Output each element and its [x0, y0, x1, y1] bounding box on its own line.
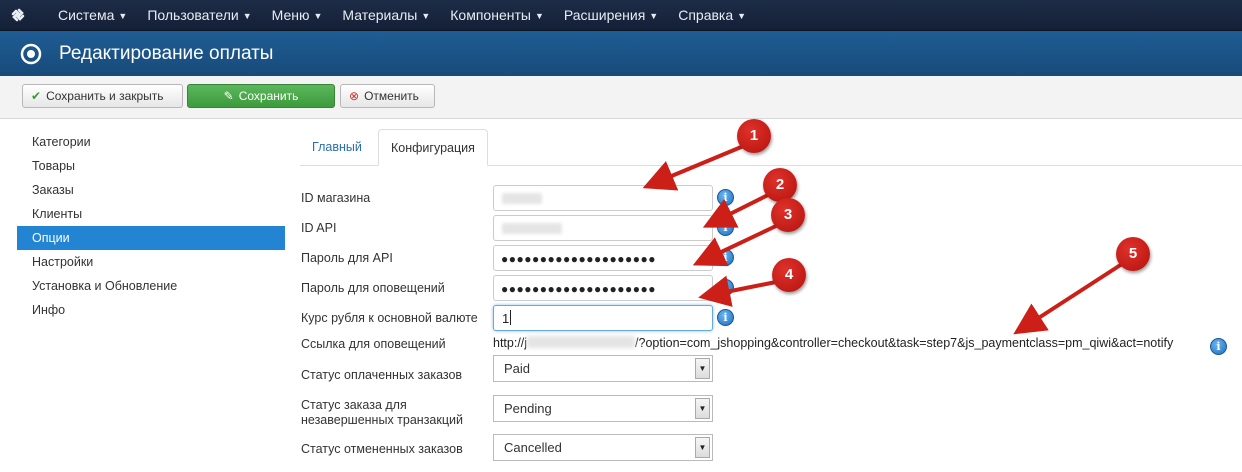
menu-menus[interactable]: Меню ▼ — [262, 0, 333, 30]
annotation-badge-4: 4 — [772, 258, 806, 292]
target-icon — [20, 43, 42, 65]
caret-down-icon: ▼ — [242, 11, 252, 21]
password-mask: ●●●●●●●●●●●●●●●●●●●● — [501, 282, 656, 296]
page-title: Редактирование оплаты — [59, 43, 274, 64]
notify-url-label: Ссылка для оповещений — [301, 337, 446, 351]
annotation-badge-1: 1 — [737, 119, 771, 153]
sidebar: Категории Товары Заказы Клиенты Опции На… — [17, 130, 285, 322]
chevron-down-icon: ▼ — [695, 437, 710, 458]
pending-status-value: Pending — [504, 401, 552, 416]
save-and-close-button[interactable]: ✔ Сохранить и закрыть — [22, 84, 183, 108]
annotation-badge-5: 5 — [1116, 237, 1150, 271]
menu-extensions[interactable]: Расширения ▼ — [554, 0, 668, 30]
cancelled-status-select[interactable]: Cancelled ▼ — [493, 434, 713, 461]
tab-configuration[interactable]: Конфигурация — [378, 129, 488, 166]
annotation-arrow-5 — [1013, 262, 1124, 335]
tab-main[interactable]: Главный — [300, 129, 374, 165]
pending-status-label: Статус заказа для незавершенных транзакци… — [301, 398, 463, 427]
password-mask: ●●●●●●●●●●●●●●●●●●●● — [501, 252, 656, 266]
check-icon: ✔ — [31, 89, 42, 103]
edit-icon: ✎ — [223, 89, 234, 103]
shop-id-input[interactable] — [493, 185, 713, 211]
shop-id-label: ID магазина — [301, 191, 371, 205]
api-id-label: ID API — [301, 221, 337, 235]
joomla-logo-icon[interactable] — [8, 5, 28, 25]
sidebar-item-categories[interactable]: Категории — [17, 130, 285, 154]
sidebar-item-clients[interactable]: Клиенты — [17, 202, 285, 226]
cancelled-status-value: Cancelled — [504, 440, 562, 455]
sidebar-item-products[interactable]: Товары — [17, 154, 285, 178]
cancel-circle-icon: ⊗ — [349, 89, 360, 103]
caret-down-icon: ▼ — [313, 11, 323, 21]
notify-password-input[interactable]: ●●●●●●●●●●●●●●●●●●●● — [493, 275, 713, 301]
api-id-input[interactable] — [493, 215, 713, 241]
redacted-value — [502, 223, 562, 234]
caret-down-icon: ▼ — [534, 11, 544, 21]
cancelled-status-label: Статус отмененных заказов — [301, 442, 463, 456]
paid-status-value: Paid — [504, 361, 531, 376]
notify-password-label: Пароль для оповещений — [301, 281, 445, 295]
menu-components[interactable]: Компоненты ▼ — [440, 0, 554, 30]
menu-users[interactable]: Пользователи ▼ — [137, 0, 261, 30]
info-icon[interactable]: i — [717, 189, 734, 206]
rate-label: Курс рубля к основной валюте — [301, 311, 478, 325]
info-icon[interactable]: i — [717, 309, 734, 326]
save-button[interactable]: ✎ Сохранить — [187, 84, 335, 108]
redacted-value — [502, 193, 542, 204]
sidebar-item-install-update[interactable]: Установка и Обновление — [17, 274, 285, 298]
rate-value: 1 — [502, 311, 510, 326]
sidebar-item-options[interactable]: Опции — [17, 226, 285, 250]
rate-input[interactable]: 1 — [493, 305, 713, 331]
caret-down-icon: ▼ — [649, 11, 659, 21]
sidebar-item-info[interactable]: Инфо — [17, 298, 285, 322]
chevron-down-icon: ▼ — [695, 398, 710, 419]
menu-system[interactable]: Система ▼ — [48, 0, 137, 30]
caret-down-icon: ▼ — [118, 11, 128, 21]
info-icon[interactable]: i — [717, 249, 734, 266]
paid-status-select[interactable]: Paid ▼ — [493, 355, 713, 382]
chevron-down-icon: ▼ — [695, 358, 710, 379]
sidebar-item-orders[interactable]: Заказы — [17, 178, 285, 202]
api-password-label: Пароль для API — [301, 251, 393, 265]
annotation-badge-3: 3 — [771, 198, 805, 232]
sidebar-item-settings[interactable]: Настройки — [17, 250, 285, 274]
paid-status-label: Статус оплаченных заказов — [301, 368, 463, 382]
info-icon[interactable]: i — [717, 219, 734, 236]
caret-down-icon: ▼ — [421, 11, 431, 21]
info-icon[interactable]: i — [717, 279, 734, 296]
menu-content[interactable]: Материалы ▼ — [332, 0, 440, 30]
notify-url: http://j /?option=com_jshopping&controlle… — [493, 336, 1173, 350]
menu-help[interactable]: Справка ▼ — [668, 0, 756, 30]
caret-down-icon: ▼ — [737, 11, 747, 21]
main-menu: Система ▼ Пользователи ▼ Меню ▼ Материалы ▼ … — [48, 0, 756, 30]
api-password-input[interactable]: ●●●●●●●●●●●●●●●●●●●● — [493, 245, 713, 271]
annotation-badge-2: 2 — [763, 168, 797, 202]
notify-url-prefix: http://j — [493, 336, 528, 350]
text-cursor — [510, 310, 512, 325]
tab-bar: Главный Конфигурация — [300, 129, 1242, 166]
title-bar: Редактирование оплаты — [0, 31, 1242, 76]
redacted-domain — [527, 336, 636, 348]
toolbar: ✔ Сохранить и закрыть ✎ Сохранить ⊗ Отменит… — [0, 76, 1242, 119]
cancel-button[interactable]: ⊗ Отменить — [340, 84, 435, 108]
info-icon[interactable]: i — [1210, 338, 1227, 355]
pending-status-select[interactable]: Pending ▼ — [493, 395, 713, 422]
notify-url-suffix: /?option=com_jshopping&controller=checko… — [635, 336, 1174, 350]
top-nav: Система ▼ Пользователи ▼ Меню ▼ Материалы ▼ … — [0, 0, 1242, 31]
